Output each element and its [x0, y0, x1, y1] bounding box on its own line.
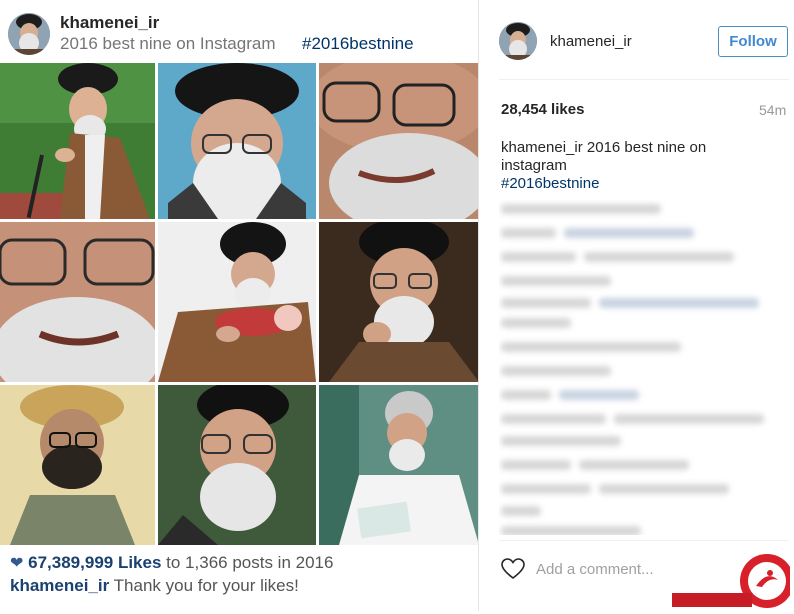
list-item	[614, 414, 764, 424]
list-item	[501, 276, 611, 286]
grid-photo[interactable]	[0, 63, 155, 219]
grid-photo[interactable]	[158, 63, 316, 219]
list-item	[501, 460, 571, 470]
caption-username[interactable]: khamenei_ir	[501, 139, 583, 156]
post-hashtag[interactable]: #2016bestnine	[302, 34, 414, 54]
comment-input[interactable]: Add a comment...	[536, 561, 654, 578]
list-item	[564, 228, 694, 238]
likes-summary: ❤ 67,389,999 Likes to 1,366 posts in 201…	[10, 553, 333, 573]
list-item	[501, 252, 576, 262]
footer-username[interactable]: khamenei_ir	[10, 576, 109, 595]
post-username[interactable]: khamenei_ir	[60, 13, 159, 33]
list-item	[501, 204, 661, 214]
timestamp: 54m	[759, 102, 787, 118]
grid-photo[interactable]	[0, 385, 155, 545]
avatar-image	[499, 22, 537, 60]
thanks-line: khamenei_ir Thank you for your likes!	[10, 576, 299, 596]
caption-block: khamenei_ir 2016 best nine on instagram …	[501, 139, 731, 193]
list-item	[599, 484, 729, 494]
avatar[interactable]	[499, 22, 537, 60]
list-item	[501, 366, 611, 376]
likes-description: to 1,366 posts in 2016	[166, 553, 334, 572]
photo-grid	[0, 63, 479, 545]
post-header: khamenei_ir 2016 best nine on Instagram …	[0, 0, 478, 62]
list-item	[584, 252, 734, 262]
avatar[interactable]	[8, 13, 50, 55]
divider	[499, 540, 789, 541]
list-item	[501, 318, 571, 328]
list-item	[501, 298, 591, 308]
grid-photo[interactable]	[0, 222, 155, 382]
comments-list	[499, 200, 789, 535]
grid-photo[interactable]	[158, 222, 316, 382]
heart-icon[interactable]	[501, 558, 525, 580]
list-item	[501, 506, 541, 516]
divider	[499, 79, 789, 80]
follow-button[interactable]: Follow	[718, 26, 788, 57]
post-panel: khamenei_ir 2016 best nine on Instagram …	[0, 0, 479, 611]
grid-photo[interactable]	[319, 385, 479, 545]
likes-count: 67,389,999 Likes	[28, 553, 162, 572]
post-caption: 2016 best nine on Instagram	[60, 34, 276, 53]
watermark-logo	[672, 553, 794, 609]
list-item	[501, 526, 641, 535]
grid-photo[interactable]	[319, 222, 479, 382]
list-item	[559, 390, 639, 400]
list-item	[501, 484, 591, 494]
footer-text: Thank you for your likes!	[113, 576, 299, 595]
heart-icon: ❤	[10, 555, 24, 572]
list-item	[501, 414, 606, 424]
caption-hashtag[interactable]: #2016bestnine	[501, 175, 599, 192]
list-item	[599, 298, 759, 308]
sidebar-username[interactable]: khamenei_ir	[550, 33, 632, 50]
grid-photo[interactable]	[158, 385, 316, 545]
list-item	[579, 460, 689, 470]
avatar-image	[8, 13, 50, 55]
list-item	[501, 228, 556, 238]
grid-photo[interactable]	[319, 63, 479, 219]
list-item	[501, 390, 551, 400]
post-sidebar: khamenei_ir Follow 28,454 likes 54m kham…	[479, 0, 794, 611]
likes-count[interactable]: 28,454 likes	[501, 101, 584, 118]
list-item	[501, 436, 621, 446]
list-item	[501, 342, 681, 352]
logo-icon	[672, 554, 794, 608]
post-footer: ❤ 67,389,999 Likes to 1,366 posts in 201…	[0, 545, 478, 611]
